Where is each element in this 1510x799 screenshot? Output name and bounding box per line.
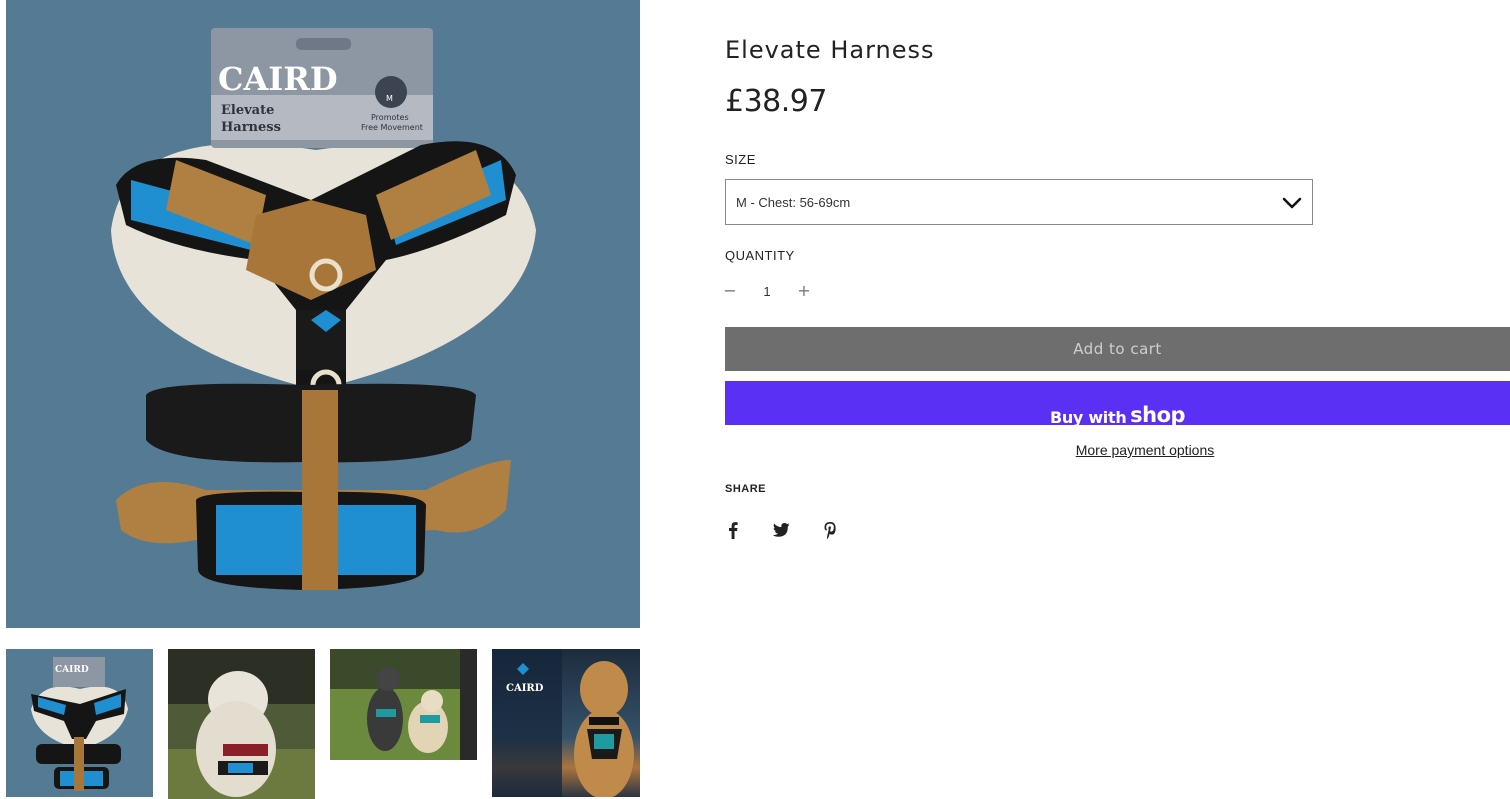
quantity-stepper: − + bbox=[723, 280, 825, 302]
card-tagline1: Promotes bbox=[371, 113, 409, 122]
quantity-label: QUANTITY bbox=[725, 248, 795, 263]
twitter-icon[interactable] bbox=[771, 520, 791, 540]
share-label: SHARE bbox=[725, 483, 767, 495]
thumbnail-strip: CAIRD CAIRD bbox=[6, 649, 640, 799]
buy-with-shop-button[interactable]: Buy with shop bbox=[725, 381, 1510, 427]
quantity-increase-button[interactable]: + bbox=[794, 280, 814, 302]
product-price: £38.97 bbox=[725, 84, 827, 119]
quantity-input[interactable] bbox=[752, 280, 782, 302]
card-brand-text: CAIRD bbox=[218, 60, 338, 98]
thumb-labrador-brand: CAIRD bbox=[506, 683, 544, 694]
shop-logo: shop bbox=[1130, 403, 1186, 427]
thumbnail-harness-card[interactable]: CAIRD bbox=[6, 649, 153, 797]
facebook-icon[interactable] bbox=[723, 520, 743, 540]
quantity-decrease-button[interactable]: − bbox=[720, 280, 740, 302]
pinterest-icon[interactable] bbox=[820, 520, 840, 540]
card-tagline2: Free Movement bbox=[361, 123, 423, 132]
add-to-cart-button[interactable]: Add to cart bbox=[725, 327, 1510, 371]
buy-with-text: Buy with bbox=[1049, 408, 1127, 427]
thumb-brand-text: CAIRD bbox=[55, 665, 89, 675]
size-selected-value: M - Chest: 56-69cm bbox=[736, 195, 851, 210]
card-size-badge: M bbox=[386, 94, 393, 103]
main-product-image[interactable]: CAIRD Elevate Harness M Promotes Free Mo… bbox=[6, 0, 640, 628]
size-label: SIZE bbox=[725, 152, 756, 167]
product-info-panel: Elevate Harness £38.97 SIZE M - Chest: 5… bbox=[723, 0, 1510, 799]
thumbnail-two-dogs[interactable] bbox=[330, 649, 477, 760]
card-product-line2: Harness bbox=[221, 120, 281, 135]
size-select[interactable]: M - Chest: 56-69cm bbox=[725, 179, 1313, 225]
product-title: Elevate Harness bbox=[725, 36, 935, 64]
thumbnail-labrador[interactable]: CAIRD bbox=[492, 649, 640, 797]
thumbnail-white-dog[interactable] bbox=[168, 649, 315, 799]
chevron-down-icon bbox=[1282, 197, 1302, 209]
card-product-line1: Elevate bbox=[221, 103, 274, 118]
more-payment-options-link[interactable]: More payment options bbox=[725, 442, 1510, 458]
